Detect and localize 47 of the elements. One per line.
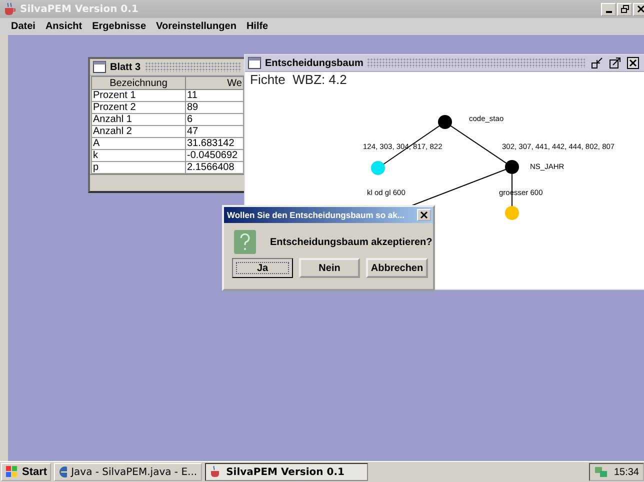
close-icon <box>636 5 644 13</box>
coffee-cup-icon <box>3 2 17 16</box>
table-cell: -0.0450692 <box>186 150 244 162</box>
menu-item[interactable]: Voreinstellungen <box>156 21 236 32</box>
close-button[interactable] <box>417 209 431 221</box>
clock: 15:34 <box>614 466 639 478</box>
dialog-message: Entscheidungsbaum akzeptieren? <box>270 236 432 248</box>
menu-item[interactable]: Hilfe <box>246 21 268 32</box>
window-icon <box>248 57 261 69</box>
maximize-icon[interactable] <box>609 57 621 69</box>
windows-logo-icon <box>5 466 19 478</box>
dialog-button[interactable]: Ja <box>232 258 293 278</box>
column-header[interactable]: We <box>186 76 244 90</box>
column-header[interactable]: Bezeichnung <box>92 76 186 90</box>
table-cell: Prozent 1 <box>92 90 186 102</box>
close-icon <box>420 211 428 219</box>
dialog-button[interactable]: Abbrechen <box>366 258 428 278</box>
dialog-title: Wollen Sie den Entscheidungsbaum so ak... <box>227 210 406 220</box>
taskbar-button[interactable]: Java - SilvaPEM.java - E... <box>54 463 202 481</box>
table-cell: 47 <box>186 126 244 138</box>
window-title: Entscheidungsbaum <box>265 58 364 68</box>
window-title: Blatt 3 <box>110 62 141 72</box>
table-cell: 6 <box>186 114 244 126</box>
table-cell: Anzahl 1 <box>92 114 186 126</box>
table-cell: 11 <box>186 90 244 102</box>
tree-heading: Fichte WBZ: 4.2 <box>250 72 347 87</box>
table-cell: A <box>92 138 186 150</box>
table-cell: 89 <box>186 102 244 114</box>
table-cell: Anzahl 2 <box>92 126 186 138</box>
minimize-icon[interactable] <box>591 57 603 69</box>
table-cell: k <box>92 150 186 162</box>
table-cell: Prozent 2 <box>92 102 186 114</box>
taskbar-button[interactable]: SilvaPEM Version 0.1 <box>205 463 368 481</box>
menu-item[interactable]: Datei <box>11 21 36 32</box>
minimize-button[interactable] <box>601 2 616 16</box>
restore-button[interactable] <box>617 2 632 16</box>
start-button[interactable]: Start <box>1 463 52 481</box>
menu-item[interactable]: Ansicht <box>45 21 82 32</box>
window-icon <box>93 61 106 73</box>
close-button[interactable] <box>633 2 644 16</box>
close-icon[interactable] <box>627 57 639 69</box>
question-icon <box>234 230 256 254</box>
dialog-button[interactable]: Nein <box>299 258 360 278</box>
menu-item[interactable]: Ergebnisse <box>92 21 146 32</box>
window-title: SilvaPEM Version 0.1 <box>20 4 138 14</box>
restore-icon <box>620 5 628 13</box>
table-cell: 31.683142 <box>186 138 244 150</box>
